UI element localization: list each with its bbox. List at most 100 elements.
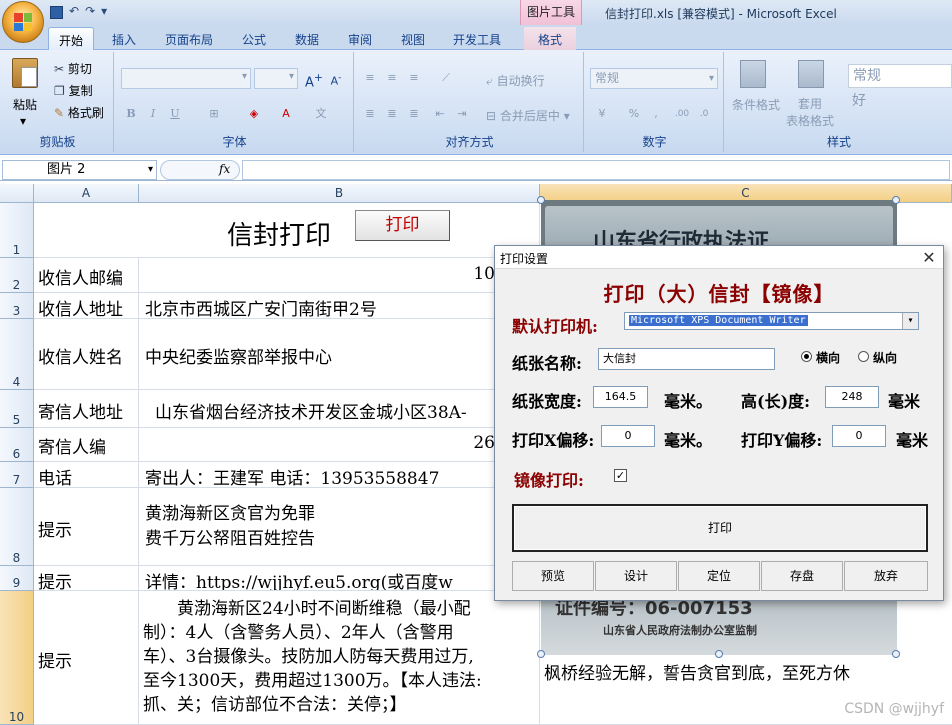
merge-center-button[interactable]: ⊟ 合并后居中 ▾ <box>486 107 570 124</box>
cell-a1-merged[interactable]: 信封打印 <box>34 203 540 258</box>
close-icon[interactable]: ✕ <box>921 248 937 267</box>
align-bottom-icon[interactable]: ≡ <box>404 68 424 88</box>
row-header-8[interactable]: 8 <box>0 488 34 566</box>
row-header-2[interactable]: 2 <box>0 258 34 293</box>
paper-height-input[interactable]: 248 <box>825 386 879 408</box>
tab-formulas[interactable]: 公式 <box>234 27 274 50</box>
save-icon[interactable] <box>50 6 63 19</box>
row-header-4[interactable]: 4 <box>0 319 34 390</box>
align-left-icon[interactable]: ≣ <box>360 104 380 124</box>
x-offset-input[interactable]: 0 <box>601 425 655 447</box>
font-size-box[interactable]: ▾ <box>254 68 298 89</box>
increase-indent-icon[interactable]: ⇥ <box>452 104 472 124</box>
save-settings-button[interactable]: 存盘 <box>761 561 843 591</box>
paper-name-input[interactable]: 大信封 <box>598 348 775 370</box>
row-header-1[interactable]: 1 <box>0 203 34 258</box>
align-middle-icon[interactable]: ≡ <box>382 68 402 88</box>
increase-decimal-icon[interactable]: .00 <box>672 104 692 124</box>
conditional-format-button[interactable]: 条件格式 <box>732 96 780 113</box>
paste-icon[interactable] <box>12 58 38 88</box>
cell-b4[interactable]: 中央纪委监察部举报中心 <box>139 319 540 390</box>
font-name-box[interactable]: ▾ <box>121 68 251 89</box>
cell-b9[interactable]: 详情：https://wjjhyf.eu5.org(或百度w <box>139 566 540 591</box>
shrink-font-button[interactable]: A- <box>326 68 346 88</box>
mirror-print-checkbox[interactable]: ✓ <box>614 469 627 482</box>
resize-handle-bottom-right[interactable] <box>892 650 900 658</box>
format-painter-button[interactable]: ✎ 格式刷 <box>54 104 104 121</box>
cell-a10[interactable]: 提示 <box>34 591 139 725</box>
align-top-icon[interactable]: ≡ <box>360 68 380 88</box>
print-button[interactable]: 打印 <box>512 504 928 552</box>
wrap-text-button[interactable]: ⤶ 自动换行 <box>486 72 545 89</box>
formula-input[interactable] <box>242 160 950 180</box>
decrease-indent-icon[interactable]: ⇤ <box>430 104 450 124</box>
conditional-format-icon[interactable] <box>740 60 766 88</box>
style-good[interactable]: 好 <box>848 90 952 114</box>
tab-view[interactable]: 视图 <box>393 27 433 50</box>
borders-icon[interactable]: ⊞ <box>204 104 224 124</box>
cell-a9[interactable]: 提示 <box>34 566 139 591</box>
tab-format[interactable]: 格式 <box>524 27 576 50</box>
cell-b3[interactable]: 北京市西城区广安门南街甲2号 <box>139 293 540 319</box>
customize-qat-icon[interactable]: ▾ <box>101 4 107 19</box>
format-as-table-button[interactable]: 套用 表格格式 <box>786 96 834 130</box>
resize-handle-bottom-middle[interactable] <box>715 650 723 658</box>
fill-color-icon[interactable]: ◈ <box>244 104 264 124</box>
fx-icon[interactable]: fx <box>219 162 230 176</box>
comma-button[interactable]: , <box>646 104 666 124</box>
tab-page-layout[interactable]: 页面布局 <box>158 27 220 50</box>
currency-icon[interactable]: ¥ <box>592 104 612 124</box>
row-header-6[interactable]: 6 <box>0 428 34 462</box>
name-box[interactable]: 图片 2 ▾ <box>2 160 157 180</box>
cell-b2[interactable]: 10 <box>139 258 540 293</box>
tab-data[interactable]: 数据 <box>287 27 327 50</box>
cell-a8[interactable]: 提示 <box>34 488 139 566</box>
cell-a2[interactable]: 收信人邮编 <box>34 258 139 293</box>
grow-font-button[interactable]: A+ <box>304 68 324 90</box>
printer-select[interactable]: Microsoft XPS Document Writer ▾ <box>624 312 919 330</box>
paper-width-input[interactable]: 164.5 <box>593 386 648 408</box>
portrait-radio[interactable] <box>858 351 869 362</box>
cut-button[interactable]: ✂ 剪切 <box>54 60 92 77</box>
cell-b7[interactable]: 寄出人：王建军 电话：13953558847 <box>139 462 540 488</box>
sheet-print-button[interactable]: 打印 <box>355 210 450 241</box>
italic-button[interactable]: I <box>143 104 163 124</box>
y-offset-input[interactable]: 0 <box>832 425 886 447</box>
select-all-corner[interactable] <box>0 184 34 203</box>
undo-icon[interactable]: ↶ <box>69 4 79 19</box>
style-normal[interactable]: 常规 <box>848 64 952 88</box>
align-right-icon[interactable]: ≣ <box>404 104 424 124</box>
cell-a5[interactable]: 寄信人地址 <box>34 390 139 428</box>
tab-developer[interactable]: 开发工具 <box>446 27 508 50</box>
resize-handle-top-right[interactable] <box>892 196 900 204</box>
bold-button[interactable]: B <box>121 104 141 124</box>
cell-a4[interactable]: 收信人姓名 <box>34 319 139 390</box>
underline-button[interactable]: U <box>165 104 185 124</box>
column-header-b[interactable]: B <box>139 184 540 203</box>
cell-b10[interactable]: 黄渤海新区24小时不间断维稳（最小配 制）：4人（含警务人员）、2年人（含警用 … <box>139 591 540 725</box>
row-header-3[interactable]: 3 <box>0 293 34 319</box>
locate-button[interactable]: 定位 <box>678 561 760 591</box>
align-center-icon[interactable]: ≣ <box>382 104 402 124</box>
number-format-box[interactable]: 常规 ▾ <box>590 68 718 89</box>
cell-b5[interactable]: 山东省烟台经济技术开发区金城小区38A- <box>139 390 540 428</box>
preview-button[interactable]: 预览 <box>512 561 594 591</box>
row-header-9[interactable]: 9 <box>0 566 34 591</box>
copy-button[interactable]: ❐ 复制 <box>54 82 93 99</box>
resize-handle-top-left[interactable] <box>537 196 545 204</box>
design-button[interactable]: 设计 <box>595 561 677 591</box>
paste-button[interactable]: 粘贴 <box>13 96 37 113</box>
tab-insert[interactable]: 插入 <box>103 27 145 50</box>
resize-handle-bottom-left[interactable] <box>537 650 545 658</box>
orientation-icon[interactable]: ⟋ <box>436 68 456 88</box>
cell-a3[interactable]: 收信人地址 <box>34 293 139 319</box>
percent-button[interactable]: % <box>624 104 644 124</box>
cell-a6[interactable]: 寄信人编 <box>34 428 139 462</box>
phonetic-icon[interactable]: 文 <box>311 104 331 124</box>
format-as-table-icon[interactable] <box>798 60 824 88</box>
cell-a7[interactable]: 电话 <box>34 462 139 488</box>
cell-b8[interactable]: 黄渤海新区贪官为免罪 费千万公帑阻百姓控告 <box>139 488 540 566</box>
row-header-7[interactable]: 7 <box>0 462 34 488</box>
row-header-5[interactable]: 5 <box>0 390 34 428</box>
cell-b6[interactable]: 26 <box>139 428 540 462</box>
